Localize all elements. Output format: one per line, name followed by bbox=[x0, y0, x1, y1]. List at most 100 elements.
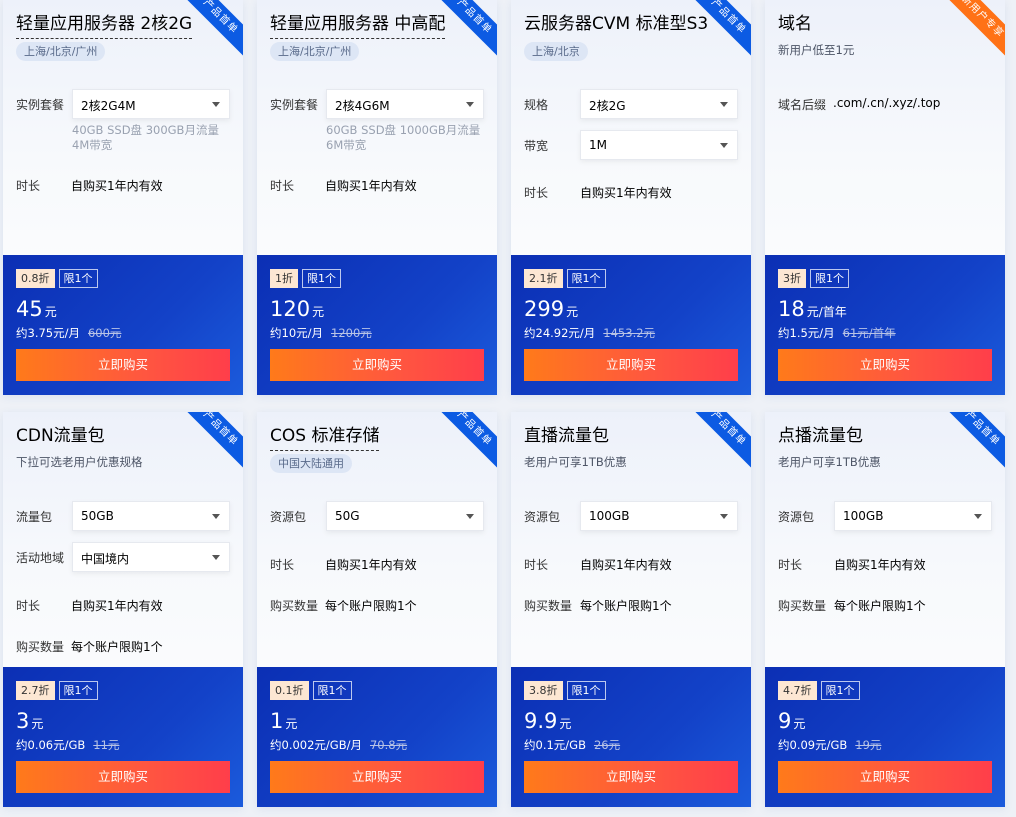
resource-package-row: 资源包 50G bbox=[270, 501, 485, 531]
price-panel: 0.8折 限1个 45 元 约3.75元/月 600元 立即购买 bbox=[3, 255, 243, 395]
product-title: 域名 bbox=[778, 14, 812, 34]
spec-select[interactable]: 2核2G bbox=[580, 89, 738, 119]
resource-package-row: 资源包 100GB bbox=[524, 501, 739, 531]
limit-badge: 限1个 bbox=[566, 269, 606, 288]
quantity-value: 每个账户限购1个 bbox=[580, 599, 672, 613]
row-label: 时长 bbox=[270, 179, 295, 193]
duration-value: 自购买1年内有效 bbox=[834, 558, 926, 572]
chevron-down-icon bbox=[720, 102, 728, 107]
instance-package-row: 实例套餐 2核2G4M bbox=[16, 89, 231, 119]
product-desc: 下拉可选老用户优惠规格 bbox=[16, 455, 143, 469]
limit-badge: 限1个 bbox=[312, 681, 352, 700]
discount-badge: 2.1折 bbox=[524, 269, 563, 288]
unit-price: 约3.75元/月 600元 bbox=[16, 325, 121, 341]
chevron-down-icon bbox=[974, 514, 982, 519]
discount-badge: 4.7折 bbox=[778, 681, 817, 700]
price-number: 9 bbox=[778, 709, 792, 733]
region-badge: 中国大陆通用 bbox=[270, 454, 352, 473]
product-title: CDN流量包 bbox=[16, 426, 105, 446]
instance-package-select[interactable]: 2核2G4M bbox=[72, 89, 230, 119]
region-select[interactable]: 中国境内 bbox=[72, 542, 230, 572]
traffic-package-select[interactable]: 50GB bbox=[72, 501, 230, 531]
product-card-live-traffic: 产品首单 直播流量包 老用户可享1TB优惠 资源包 100GB 时长 自购买1年… bbox=[511, 412, 751, 807]
row-label: 时长 bbox=[270, 558, 295, 572]
price-unit: 元 bbox=[312, 305, 325, 319]
price-number: 3 bbox=[16, 709, 30, 733]
row-label: 域名后缀 bbox=[778, 98, 827, 112]
row-label: 资源包 bbox=[270, 510, 307, 524]
quantity-value: 每个账户限购1个 bbox=[325, 599, 417, 613]
bandwidth-select[interactable]: 1M bbox=[580, 130, 738, 160]
per-price: 约0.09元/GB bbox=[778, 738, 848, 752]
original-price: 19元 bbox=[855, 738, 882, 752]
buy-now-button[interactable]: 立即购买 bbox=[524, 761, 738, 793]
promo-ribbon: 产品首单 bbox=[430, 412, 497, 473]
product-title: COS 标准存储 bbox=[270, 424, 380, 451]
row-label: 实例套餐 bbox=[270, 98, 319, 112]
row-label: 时长 bbox=[778, 558, 803, 572]
buy-now-button[interactable]: 立即购买 bbox=[270, 761, 484, 793]
limit-badge: 限1个 bbox=[810, 269, 849, 288]
price-unit: 元 bbox=[44, 305, 57, 319]
spec-row: 规格 2核2G bbox=[524, 89, 739, 119]
select-value: 100GB bbox=[589, 509, 630, 523]
original-price: 26元 bbox=[593, 738, 621, 752]
per-price: 约0.002元/GB/月 bbox=[270, 738, 362, 752]
product-card-domain: 新用户专享 域名 新用户低至1元 域名后缀 .com/.cn/.xyz/.top… bbox=[765, 0, 1005, 395]
quantity-row: 购买数量 每个账户限购1个 bbox=[778, 590, 993, 620]
duration-row: 时长 自购买1年内有效 bbox=[524, 549, 739, 579]
row-label: 活动地域 bbox=[16, 551, 65, 565]
price-unit: 元 bbox=[285, 717, 298, 731]
price-number: 9.9 bbox=[524, 709, 558, 733]
instance-package-select[interactable]: 2核4G6M bbox=[326, 89, 484, 119]
region-badge: 上海/北京/广州 bbox=[270, 42, 360, 61]
discount-badge: 3折 bbox=[778, 269, 806, 288]
row-label: 购买数量 bbox=[16, 640, 65, 654]
select-value: 100GB bbox=[843, 509, 884, 523]
price: 3元 bbox=[16, 709, 43, 733]
row-label: 时长 bbox=[16, 599, 41, 613]
quantity-row: 购买数量 每个账户限购1个 bbox=[16, 631, 231, 661]
product-card-cos: 产品首单 COS 标准存储 中国大陆通用 资源包 50G 时长 自购买1年内有效… bbox=[257, 412, 497, 807]
buy-now-button[interactable]: 立即购买 bbox=[16, 761, 230, 793]
select-value: 50GB bbox=[81, 509, 114, 523]
duration-value: 自购买1年内有效 bbox=[580, 186, 672, 200]
resource-package-select[interactable]: 50G bbox=[326, 501, 484, 531]
product-title: 轻量应用服务器 中高配 bbox=[270, 12, 446, 39]
select-value: 2核2G4M bbox=[81, 99, 136, 113]
spec-description: 40GB SSD盘 300GB月流量 4M带宽 bbox=[72, 123, 219, 152]
buy-now-button[interactable]: 立即购买 bbox=[778, 349, 992, 381]
limit-badge: 限1个 bbox=[302, 269, 341, 288]
unit-price: 约10元/月 1200元 bbox=[270, 325, 372, 341]
duration-value: 自购买1年内有效 bbox=[71, 179, 163, 193]
price: 1元 bbox=[270, 709, 297, 733]
unit-price: 约24.92元/月 1453.2元 bbox=[524, 325, 655, 341]
resource-package-select[interactable]: 100GB bbox=[580, 501, 738, 531]
price-panel: 1折 限1个 120 元 约10元/月 1200元 立即购买 bbox=[257, 255, 497, 395]
quantity-row: 购买数量 每个账户限购1个 bbox=[270, 590, 485, 620]
product-title: 直播流量包 bbox=[524, 426, 609, 446]
price-number: 1 bbox=[270, 709, 284, 733]
domain-suffix-value: .com/.cn/.xyz/.top bbox=[833, 96, 941, 110]
original-price: 11元 bbox=[93, 738, 120, 752]
chevron-down-icon bbox=[720, 514, 728, 519]
price: 9.9 元 bbox=[524, 709, 571, 733]
buy-now-button[interactable]: 立即购买 bbox=[778, 761, 992, 793]
row-label: 流量包 bbox=[16, 510, 53, 524]
product-card-cdn: 产品首单 CDN流量包 下拉可选老用户优惠规格 流量包 50GB 活动地域 中国… bbox=[3, 412, 243, 807]
price-panel: 3.8折 限1个 9.9 元 约0.1元/GB 26元 立即购买 bbox=[511, 667, 751, 807]
duration-value: 自购买1年内有效 bbox=[325, 558, 417, 572]
price-number: 45 bbox=[16, 297, 43, 321]
buy-now-button[interactable]: 立即购买 bbox=[524, 349, 738, 381]
limit-badge: 限1个 bbox=[58, 681, 98, 700]
per-price: 约0.1元/GB bbox=[524, 738, 586, 752]
resource-package-select[interactable]: 100GB bbox=[834, 501, 992, 531]
buy-now-button[interactable]: 立即购买 bbox=[16, 349, 230, 381]
buy-now-button[interactable]: 立即购买 bbox=[270, 349, 484, 381]
price-panel: 2.1折 限1个 299 元 约24.92元/月 1453.2元 立即购买 bbox=[511, 255, 751, 395]
promo-ribbon: 新用户专享 bbox=[938, 0, 1005, 61]
duration-row: 时长 自购买1年内有效 bbox=[16, 590, 231, 620]
duration-value: 自购买1年内有效 bbox=[71, 599, 163, 613]
price-panel: 2.7折 限1个 3元 约0.06元/GB 11元 立即购买 bbox=[3, 667, 243, 807]
row-label: 规格 bbox=[524, 98, 549, 112]
